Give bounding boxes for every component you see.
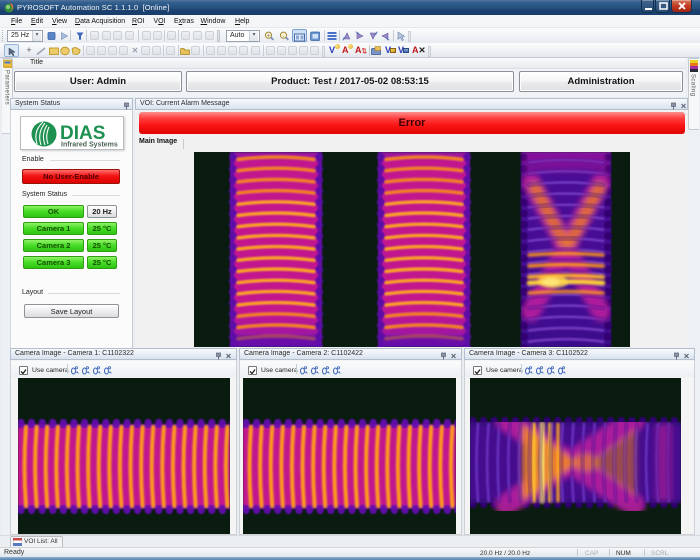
svg-text:+: + — [267, 33, 270, 39]
svg-text:-: - — [283, 33, 285, 39]
svg-text:Infrared Systems: Infrared Systems — [61, 142, 118, 149]
